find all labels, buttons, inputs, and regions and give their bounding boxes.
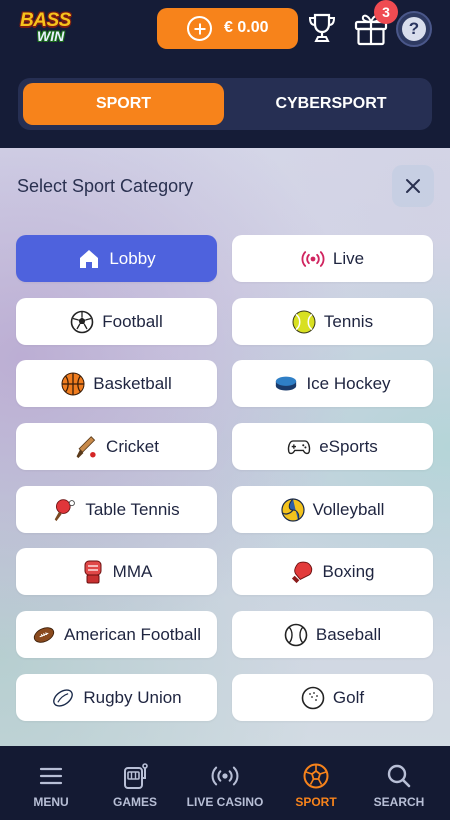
gift-count-badge: 3 <box>374 0 398 24</box>
category-label: Boxing <box>322 561 375 581</box>
close-icon <box>406 179 420 193</box>
hamburger-menu-icon <box>37 762 65 790</box>
golf-ball-icon <box>301 686 325 710</box>
rugby-ball-icon <box>51 686 75 710</box>
category-golf[interactable]: Golf <box>232 674 433 721</box>
category-lobby[interactable]: Lobby <box>16 235 217 282</box>
category-label: Golf <box>332 687 365 707</box>
trophy-icon[interactable] <box>305 11 339 45</box>
tab-cybersport[interactable]: CYBERSPORT <box>236 83 426 125</box>
nav-label: SEARCH <box>373 795 425 809</box>
category-table-tennis[interactable]: Table Tennis <box>16 486 217 533</box>
category-label: Lobby <box>109 248 156 268</box>
volleyball-icon <box>280 497 305 522</box>
category-label: Baseball <box>315 624 382 644</box>
gamepad-icon <box>287 435 311 459</box>
basketball-icon <box>61 372 85 396</box>
question-icon: ? <box>402 17 426 41</box>
category-label: MMA <box>112 561 153 581</box>
nav-label: MENU <box>33 795 69 809</box>
soccer-ball-icon <box>302 762 330 790</box>
category-label: eSports <box>319 436 378 456</box>
category-label: Football <box>102 311 163 331</box>
category-label: American Football <box>63 624 201 644</box>
category-basketball[interactable]: Basketball <box>16 360 217 407</box>
category-label: Tennis <box>323 311 374 331</box>
boxing-glove-icon <box>291 560 315 584</box>
nav-games[interactable]: GAMES <box>84 746 186 820</box>
category-live[interactable]: Live <box>232 235 433 282</box>
bottom-navigation: MENU GAMES LIVE CASINO SPORT SEARCH <box>0 746 450 820</box>
mma-glove-icon <box>81 560 105 584</box>
category-american-football[interactable]: American Football <box>16 611 217 658</box>
hockey-puck-icon <box>274 372 298 396</box>
sport-category-panel: Select Sport Category Lobby Live Footbal… <box>0 148 450 746</box>
american-football-icon <box>32 623 56 647</box>
football-icon <box>70 310 94 334</box>
category-label: Cricket <box>106 436 159 456</box>
top-header: BASS WIN € 0.00 3 ? SPORT CYBERSPORT <box>0 0 450 148</box>
category-tennis[interactable]: Tennis <box>232 298 433 345</box>
live-icon <box>301 247 325 271</box>
slot-machine-icon <box>121 762 149 790</box>
home-icon <box>77 247 101 271</box>
plus-circle-icon <box>187 16 212 41</box>
category-label: Live <box>332 248 365 268</box>
help-button[interactable]: ? <box>396 11 432 47</box>
category-rugby-union[interactable]: Rugby Union <box>16 674 217 721</box>
balance-amount: € 0.00 <box>224 19 269 36</box>
category-label: Ice Hockey <box>306 373 391 393</box>
search-icon <box>385 762 413 790</box>
cricket-icon <box>74 435 98 459</box>
sport-type-switcher: SPORT CYBERSPORT <box>18 78 432 130</box>
nav-label: SPORT <box>295 795 337 809</box>
bass-win-logo[interactable]: BASS WIN <box>20 10 84 46</box>
category-volleyball[interactable]: Volleyball <box>232 486 433 533</box>
nav-search[interactable]: SEARCH <box>348 746 450 820</box>
tab-sport[interactable]: SPORT <box>23 83 224 125</box>
panel-title: Select Sport Category <box>17 176 194 196</box>
table-tennis-icon <box>53 498 77 522</box>
nav-label: LIVE CASINO <box>186 795 264 809</box>
category-label: Basketball <box>93 373 172 393</box>
category-mma[interactable]: MMA <box>16 548 217 595</box>
nav-live-casino[interactable]: LIVE CASINO <box>174 746 276 820</box>
nav-label: GAMES <box>112 795 157 809</box>
tennis-ball-icon <box>292 310 316 334</box>
live-broadcast-icon <box>211 762 239 790</box>
category-ice-hockey[interactable]: Ice Hockey <box>232 360 433 407</box>
category-boxing[interactable]: Boxing <box>232 548 433 595</box>
baseball-icon <box>284 623 308 647</box>
category-label: Table Tennis <box>85 499 180 519</box>
category-baseball[interactable]: Baseball <box>232 611 433 658</box>
close-button[interactable] <box>392 165 434 207</box>
category-cricket[interactable]: Cricket <box>16 423 217 470</box>
category-esports[interactable]: eSports <box>232 423 433 470</box>
category-football[interactable]: Football <box>16 298 217 345</box>
category-label: Volleyball <box>312 499 385 519</box>
deposit-balance-button[interactable]: € 0.00 <box>157 8 298 49</box>
category-label: Rugby Union <box>83 687 182 707</box>
logo-text-bottom: WIN <box>37 28 65 44</box>
